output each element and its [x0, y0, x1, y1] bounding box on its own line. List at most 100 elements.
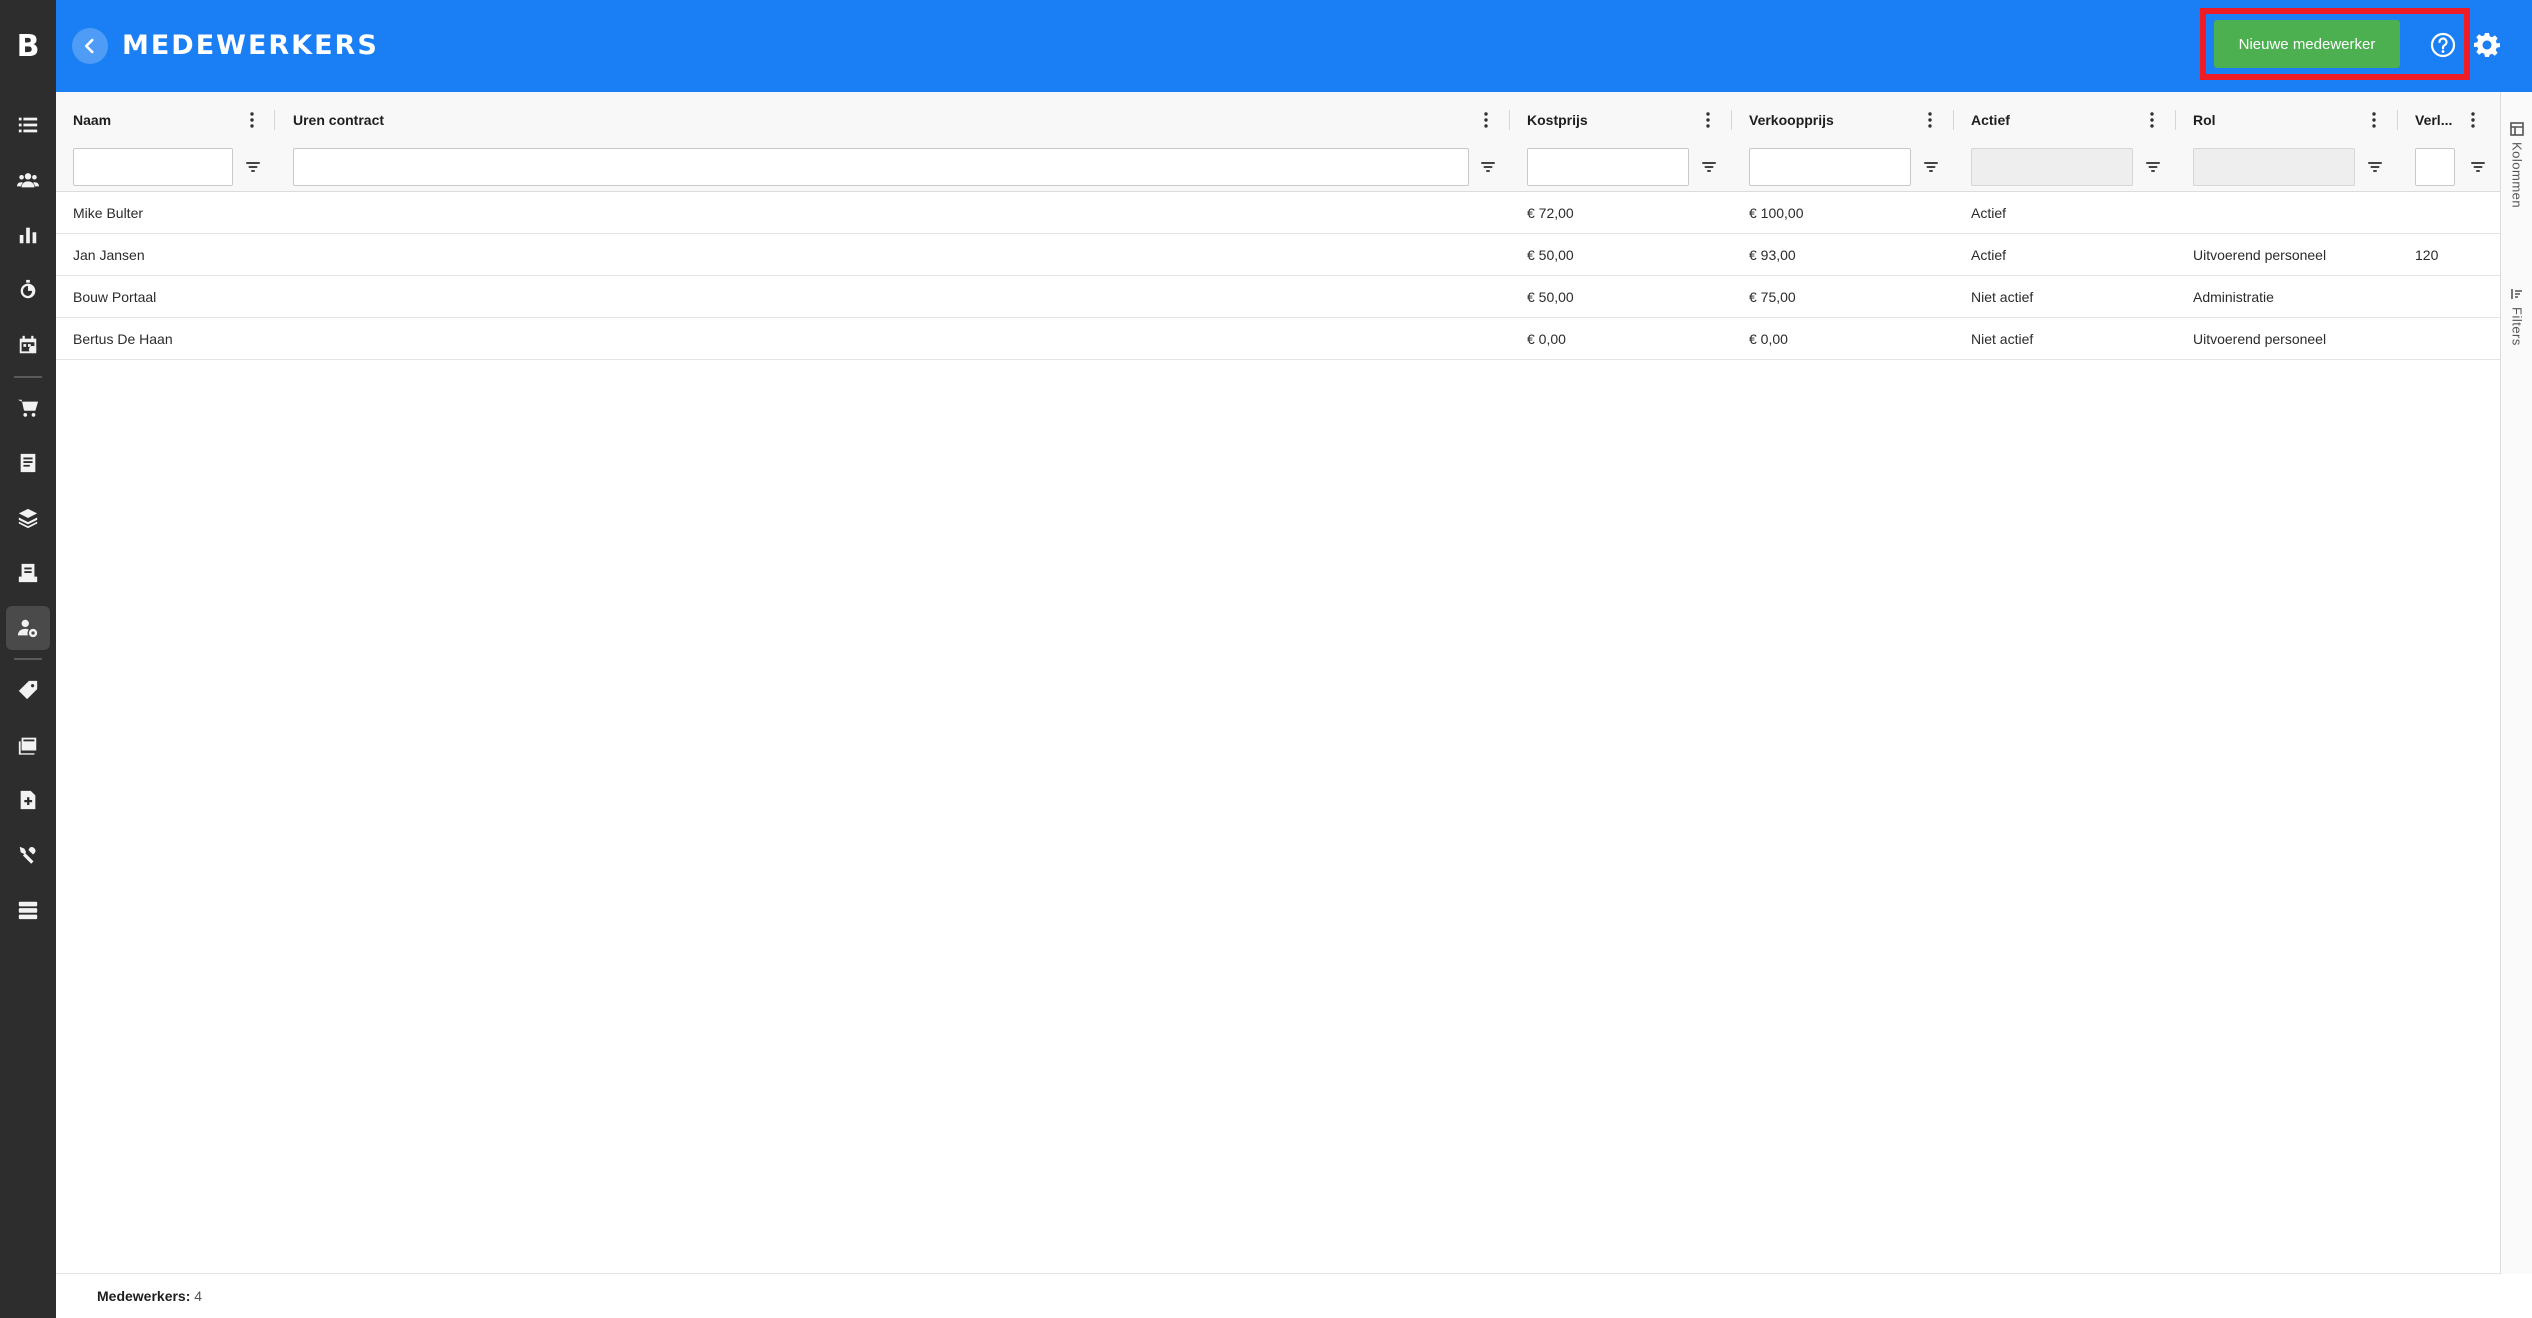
back-button[interactable] [72, 28, 108, 64]
cell-verkoopprijs: € 75,00 [1749, 289, 1796, 305]
kebab-menu-icon [2150, 112, 2154, 128]
tool-tab-filters[interactable]: Filters [2501, 287, 2532, 346]
filter-input-verkoopprijs[interactable] [1749, 148, 1911, 186]
sidebar-divider [14, 658, 42, 660]
user-settings-icon [17, 619, 38, 638]
filter-select-actief[interactable] [1971, 148, 2133, 186]
column-menu-rol[interactable] [2367, 108, 2381, 132]
sidebar-item-materials[interactable] [6, 496, 50, 540]
new-employee-button[interactable]: Nieuwe medewerker [2214, 20, 2400, 68]
top-header: MEDEWERKERS Nieuwe medewerker [56, 0, 2532, 92]
cell-kostprijs: € 50,00 [1527, 289, 1574, 305]
stopwatch-icon [20, 279, 36, 299]
column-separator[interactable] [2175, 110, 2176, 130]
filter-input-naam[interactable] [73, 148, 233, 186]
sidebar-divider [14, 376, 42, 378]
column-menu-verkoopprijs[interactable] [1923, 108, 1937, 132]
sidebar-item-planning[interactable] [6, 323, 50, 367]
sidebar-item-projects[interactable] [6, 723, 50, 767]
cell-verkoopprijs: € 100,00 [1749, 205, 1804, 221]
tool-tab-columns-label: Kolommen [2509, 142, 2525, 209]
app-logo[interactable]: B [0, 0, 56, 92]
document-icon [20, 453, 36, 473]
cell-rol: Administratie [2193, 289, 2274, 305]
tool-panel: Kolommen Filters [2500, 92, 2532, 1274]
cell-kostprijs: € 0,00 [1527, 331, 1566, 347]
tool-tab-columns[interactable]: Kolommen [2501, 122, 2532, 208]
sidebar-item-employees[interactable] [6, 606, 50, 650]
settings-button[interactable] [2474, 32, 2500, 58]
cell-verkoopprijs: € 0,00 [1749, 331, 1788, 347]
help-icon [2430, 32, 2456, 58]
sidebar-item-list[interactable] [6, 103, 50, 147]
kebab-menu-icon [1484, 112, 1488, 128]
cell-naam: Jan Jansen [73, 247, 145, 263]
layers-icon [18, 508, 38, 529]
filter-button-verl[interactable] [2469, 158, 2487, 176]
file-plus-icon [20, 790, 36, 810]
filter-button-verkoopprijs[interactable] [1922, 158, 1940, 176]
column-menu-verl[interactable] [2466, 108, 2480, 132]
column-separator[interactable] [2397, 110, 2398, 130]
column-header-kostprijs[interactable]: Kostprijs [1527, 110, 1588, 130]
gear-icon [2474, 33, 2500, 57]
help-button[interactable] [2430, 32, 2456, 58]
sidebar-item-orders[interactable] [6, 386, 50, 430]
column-header-verkoopprijs[interactable]: Verkoopprijs [1749, 110, 1834, 130]
filter-input-uren-contract[interactable] [293, 148, 1469, 186]
sidebar-item-documents[interactable] [6, 441, 50, 485]
sidebar-item-settings-list[interactable] [6, 888, 50, 932]
column-header-naam[interactable]: Naam [73, 110, 111, 130]
column-menu-kostprijs[interactable] [1701, 108, 1715, 132]
grid-status-bar: Medewerkers: 4 [56, 1274, 2532, 1318]
page-title: MEDEWERKERS [122, 30, 379, 61]
columns-icon [2510, 122, 2524, 136]
table-row[interactable]: Mike Bulter € 72,00 € 100,00 Actief [56, 192, 2500, 234]
cell-verkoopprijs: € 93,00 [1749, 247, 1796, 263]
sidebar-item-tools[interactable] [6, 833, 50, 877]
filter-select-rol[interactable] [2193, 148, 2355, 186]
filter-button-uren-contract[interactable] [1479, 158, 1497, 176]
filter-button-actief[interactable] [2144, 158, 2162, 176]
table-row[interactable]: Jan Jansen € 50,00 € 93,00 Actief Uitvoe… [56, 234, 2500, 276]
column-separator[interactable] [274, 110, 275, 130]
kebab-menu-icon [1928, 112, 1932, 128]
sidebar-item-time[interactable] [6, 268, 50, 312]
filter-icon [246, 162, 260, 172]
column-separator[interactable] [1509, 110, 1510, 130]
filter-button-rol[interactable] [2366, 158, 2384, 176]
cell-rol: Uitvoerend personeel [2193, 247, 2327, 263]
column-menu-naam[interactable] [245, 108, 259, 132]
filter-button-naam[interactable] [244, 158, 262, 176]
table-row[interactable]: Bouw Portaal € 50,00 € 75,00 Niet actief… [56, 276, 2500, 318]
sidebar-item-invoices[interactable] [6, 551, 50, 595]
column-header-verl[interactable]: Verl... [2415, 110, 2452, 130]
cell-naam: Bouw Portaal [73, 289, 157, 305]
sidebar-item-quotes[interactable] [6, 778, 50, 822]
sidebar-item-tags[interactable] [6, 668, 50, 712]
filter-icon [1924, 162, 1938, 172]
server-icon [18, 901, 38, 920]
column-separator[interactable] [1953, 110, 1954, 130]
filter-icon [2146, 162, 2160, 172]
filter-input-verl[interactable] [2415, 148, 2455, 186]
filter-button-kostprijs[interactable] [1700, 158, 1718, 176]
users-icon [17, 173, 39, 188]
folders-icon [18, 737, 37, 755]
filter-icon [2511, 289, 2522, 299]
filter-input-kostprijs[interactable] [1527, 148, 1689, 186]
sidebar-item-reports[interactable] [6, 213, 50, 257]
filter-icon [2471, 162, 2485, 172]
column-header-actief[interactable]: Actief [1971, 110, 2010, 130]
filter-icon [1481, 162, 1495, 172]
cell-naam: Bertus De Haan [73, 331, 173, 347]
column-header-uren-contract[interactable]: Uren contract [293, 110, 384, 130]
sidebar-item-users[interactable] [6, 158, 50, 202]
column-header-rol[interactable]: Rol [2193, 110, 2216, 130]
column-menu-actief[interactable] [2145, 108, 2159, 132]
sidebar: B [0, 0, 56, 1318]
column-menu-uren-contract[interactable] [1479, 108, 1493, 132]
column-separator[interactable] [1731, 110, 1732, 130]
table-row[interactable]: Bertus De Haan € 0,00 € 0,00 Niet actief… [56, 318, 2500, 360]
filter-icon [2368, 162, 2382, 172]
